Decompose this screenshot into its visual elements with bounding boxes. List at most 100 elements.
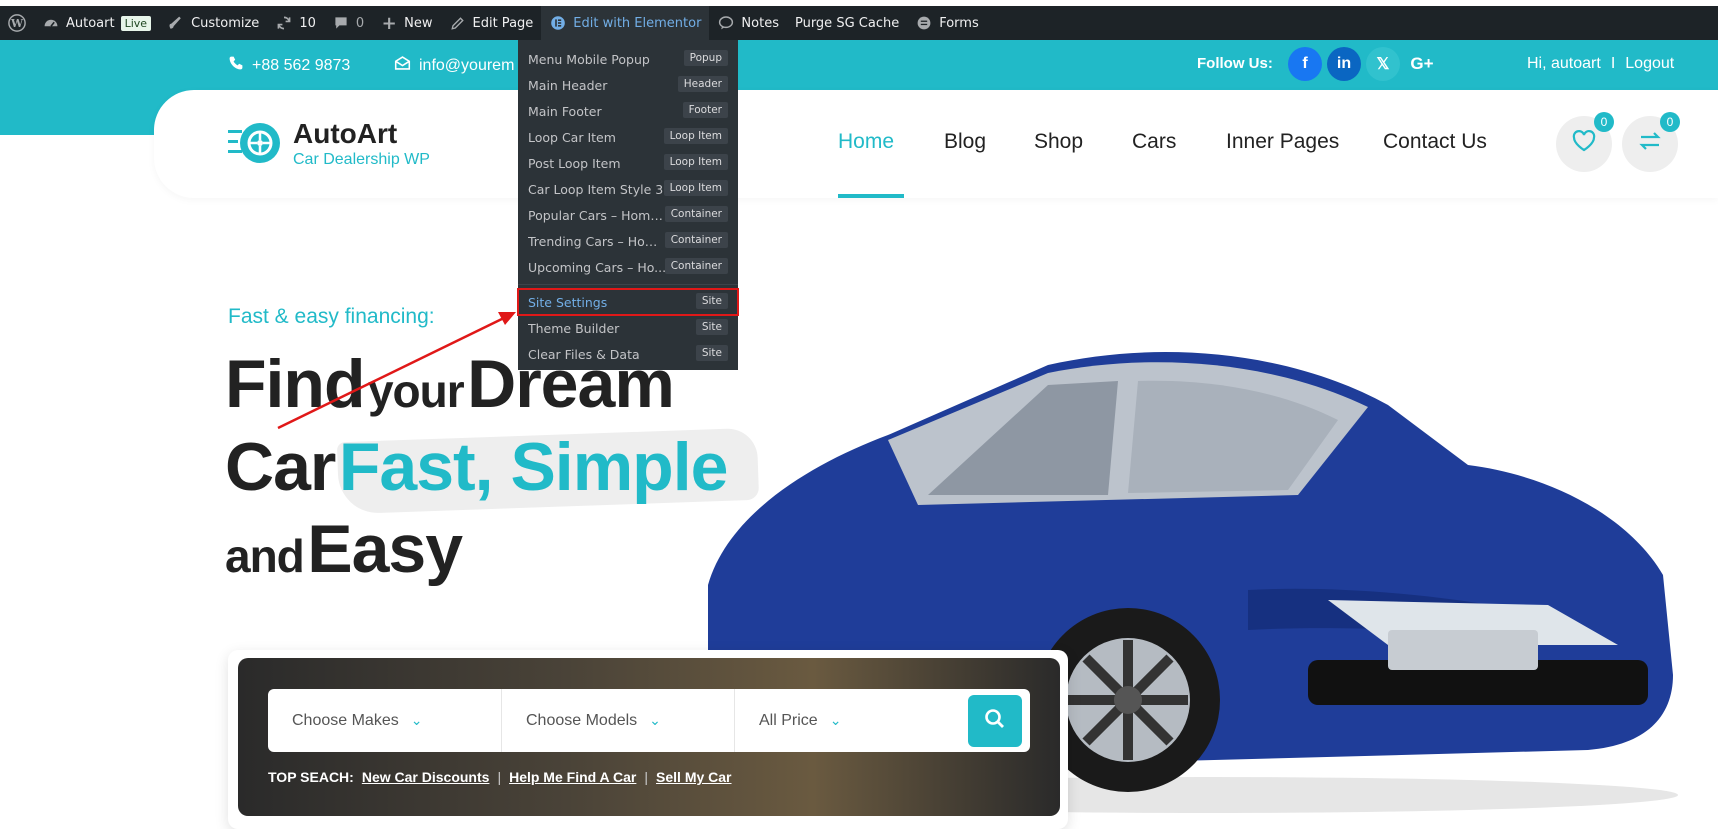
edit-page-label: Edit Page xyxy=(472,15,534,31)
wishlist-count: 0 xyxy=(1594,112,1614,132)
plus-icon: + xyxy=(381,12,397,34)
dd-label: Site Settings xyxy=(528,294,608,310)
phone-number: +88 562 9873 xyxy=(252,56,351,74)
logout-link[interactable]: Logout xyxy=(1625,55,1674,73)
nav-inner-pages[interactable]: Inner Pages xyxy=(1226,130,1339,154)
nav-active-indicator xyxy=(838,194,904,198)
dd-tag: Site xyxy=(695,345,728,361)
heart-icon xyxy=(1572,130,1596,158)
dd-label: Main Footer xyxy=(528,103,602,119)
dashboard-icon xyxy=(42,14,60,32)
edit-with-elementor-menu[interactable]: Edit with Elementor xyxy=(541,6,710,40)
topbar-phone[interactable]: +88 562 9873 xyxy=(228,55,350,76)
dd-tag: Site xyxy=(695,319,728,335)
updates-link[interactable]: 10 xyxy=(267,6,324,40)
chevron-down-icon: ⌄ xyxy=(649,712,661,728)
new-content-menu[interactable]: + New xyxy=(372,6,440,40)
dd-item-theme-builder[interactable]: Theme Builder Site xyxy=(518,315,738,341)
live-badge: Live xyxy=(120,15,152,31)
dd-tag: Footer xyxy=(682,102,728,118)
hero-word-car: Car xyxy=(225,429,336,505)
top-search-sell-my-car[interactable]: Sell My Car xyxy=(656,769,731,785)
top-search-new-car-discounts[interactable]: New Car Discounts xyxy=(362,769,490,785)
dd-item-main-footer[interactable]: Main Footer Footer xyxy=(518,98,738,124)
logo-title[interactable]: AutoArt xyxy=(293,118,397,150)
dd-tag: Loop Item xyxy=(663,180,728,196)
dd-label: Upcoming Cars – Ho... xyxy=(528,259,667,275)
dd-item-car-loop-style-3[interactable]: Car Loop Item Style 3 Loop Item xyxy=(518,176,738,202)
notes-link[interactable]: Notes xyxy=(709,6,787,40)
dd-item-upcoming-cars[interactable]: Upcoming Cars – Ho... Container xyxy=(518,254,738,280)
dd-tag: Popup xyxy=(683,50,728,66)
dd-item-clear-files[interactable]: Clear Files & Data Site xyxy=(518,341,738,367)
purge-cache-link[interactable]: Purge SG Cache xyxy=(787,6,907,40)
dd-item-site-settings[interactable]: Site Settings Site xyxy=(517,288,739,316)
brush-icon xyxy=(167,14,185,32)
facebook-icon[interactable]: f xyxy=(1288,47,1322,81)
topbar-email[interactable]: info@yourem xyxy=(394,55,514,76)
updates-count: 10 xyxy=(299,15,316,31)
dd-item-menu-mobile-popup[interactable]: Menu Mobile Popup Popup xyxy=(518,46,738,72)
search-button[interactable] xyxy=(968,695,1022,747)
dd-tag: Header xyxy=(677,76,728,92)
top-search: TOP SEACH: New Car Discounts | Help Me F… xyxy=(268,769,732,785)
dd-tag: Loop Item xyxy=(663,154,728,170)
envelope-icon xyxy=(394,55,411,76)
notes-label: Notes xyxy=(741,15,779,31)
elementor-dropdown-menu: Menu Mobile Popup Popup Main Header Header… xyxy=(517,40,739,370)
updates-icon xyxy=(275,14,293,32)
dd-label: Clear Files & Data xyxy=(528,346,640,362)
price-value: All Price xyxy=(759,711,818,729)
purge-cache-label: Purge SG Cache xyxy=(794,15,900,31)
forms-link[interactable]: Forms xyxy=(907,6,987,40)
dd-label: Car Loop Item Style 3 xyxy=(528,181,664,197)
top-search-separator: | xyxy=(644,769,649,785)
nav-home[interactable]: Home xyxy=(838,130,894,154)
logo-wheel-icon[interactable] xyxy=(228,120,284,166)
dd-label: Loop Car Item xyxy=(528,129,616,145)
linkedin-icon[interactable]: in xyxy=(1327,47,1361,81)
phone-icon xyxy=(228,55,244,76)
customize-link[interactable]: Customize xyxy=(159,6,267,40)
dd-item-popular-cars[interactable]: Popular Cars – Home 1 Container xyxy=(518,202,738,228)
choose-models-select[interactable]: Choose Models ⌄ xyxy=(502,689,735,752)
dd-item-post-loop-item[interactable]: Post Loop Item Loop Item xyxy=(518,150,738,176)
edit-page-link[interactable]: Edit Page xyxy=(441,6,542,40)
x-twitter-icon[interactable]: 𝕏 xyxy=(1366,47,1400,81)
hero-word-and: and xyxy=(225,530,305,582)
nav-contact-us[interactable]: Contact Us xyxy=(1383,130,1487,154)
chevron-down-icon: ⌄ xyxy=(410,712,423,728)
email-address: info@yourem xyxy=(419,56,515,74)
dd-item-main-header[interactable]: Main Header Header xyxy=(518,72,738,98)
dd-label: Menu Mobile Popup xyxy=(528,51,650,67)
hero-word-easy: Easy xyxy=(307,511,463,587)
dd-label: Post Loop Item xyxy=(528,155,621,171)
top-search-help-me-find[interactable]: Help Me Find A Car xyxy=(509,769,636,785)
dd-label: Popular Cars – Home 1 xyxy=(528,207,668,223)
nav-blog[interactable]: Blog xyxy=(944,130,986,154)
hero-title-line-3: and Easy xyxy=(225,510,463,588)
user-greeting: Hi, autoart I Logout xyxy=(1527,55,1674,73)
wp-logo-menu[interactable]: W xyxy=(0,6,34,40)
google-plus-icon[interactable]: G+ xyxy=(1405,47,1439,81)
edit-with-elementor-label: Edit with Elementor xyxy=(573,15,702,31)
dd-item-loop-car-item[interactable]: Loop Car Item Loop Item xyxy=(518,124,738,150)
nav-shop[interactable]: Shop xyxy=(1034,130,1083,154)
nav-cars[interactable]: Cars xyxy=(1132,130,1176,154)
search-form: Choose Makes ⌄ Choose Models ⌄ All Price… xyxy=(268,689,1030,752)
forms-label: Forms xyxy=(939,15,979,31)
compare-button[interactable]: 0 xyxy=(1622,112,1680,172)
site-name-menu[interactable]: Autoart Live xyxy=(34,6,159,40)
dd-tag: Loop Item xyxy=(663,128,728,144)
price-select[interactable]: All Price ⌄ xyxy=(735,689,935,752)
elementor-icon xyxy=(549,14,567,32)
hero-title-line-2: Car Fast, Simple xyxy=(225,428,729,506)
comments-link[interactable]: 0 xyxy=(324,6,372,40)
wishlist-button[interactable]: 0 xyxy=(1556,112,1614,172)
dd-item-trending-cars[interactable]: Trending Cars – Home... Container xyxy=(518,228,738,254)
comment-icon xyxy=(332,14,350,32)
compare-arrows-icon xyxy=(1638,130,1662,158)
choose-makes-select[interactable]: Choose Makes ⌄ xyxy=(268,689,502,752)
dd-label: Theme Builder xyxy=(528,320,620,336)
hero-highlight: Fast, Simple xyxy=(338,429,729,505)
